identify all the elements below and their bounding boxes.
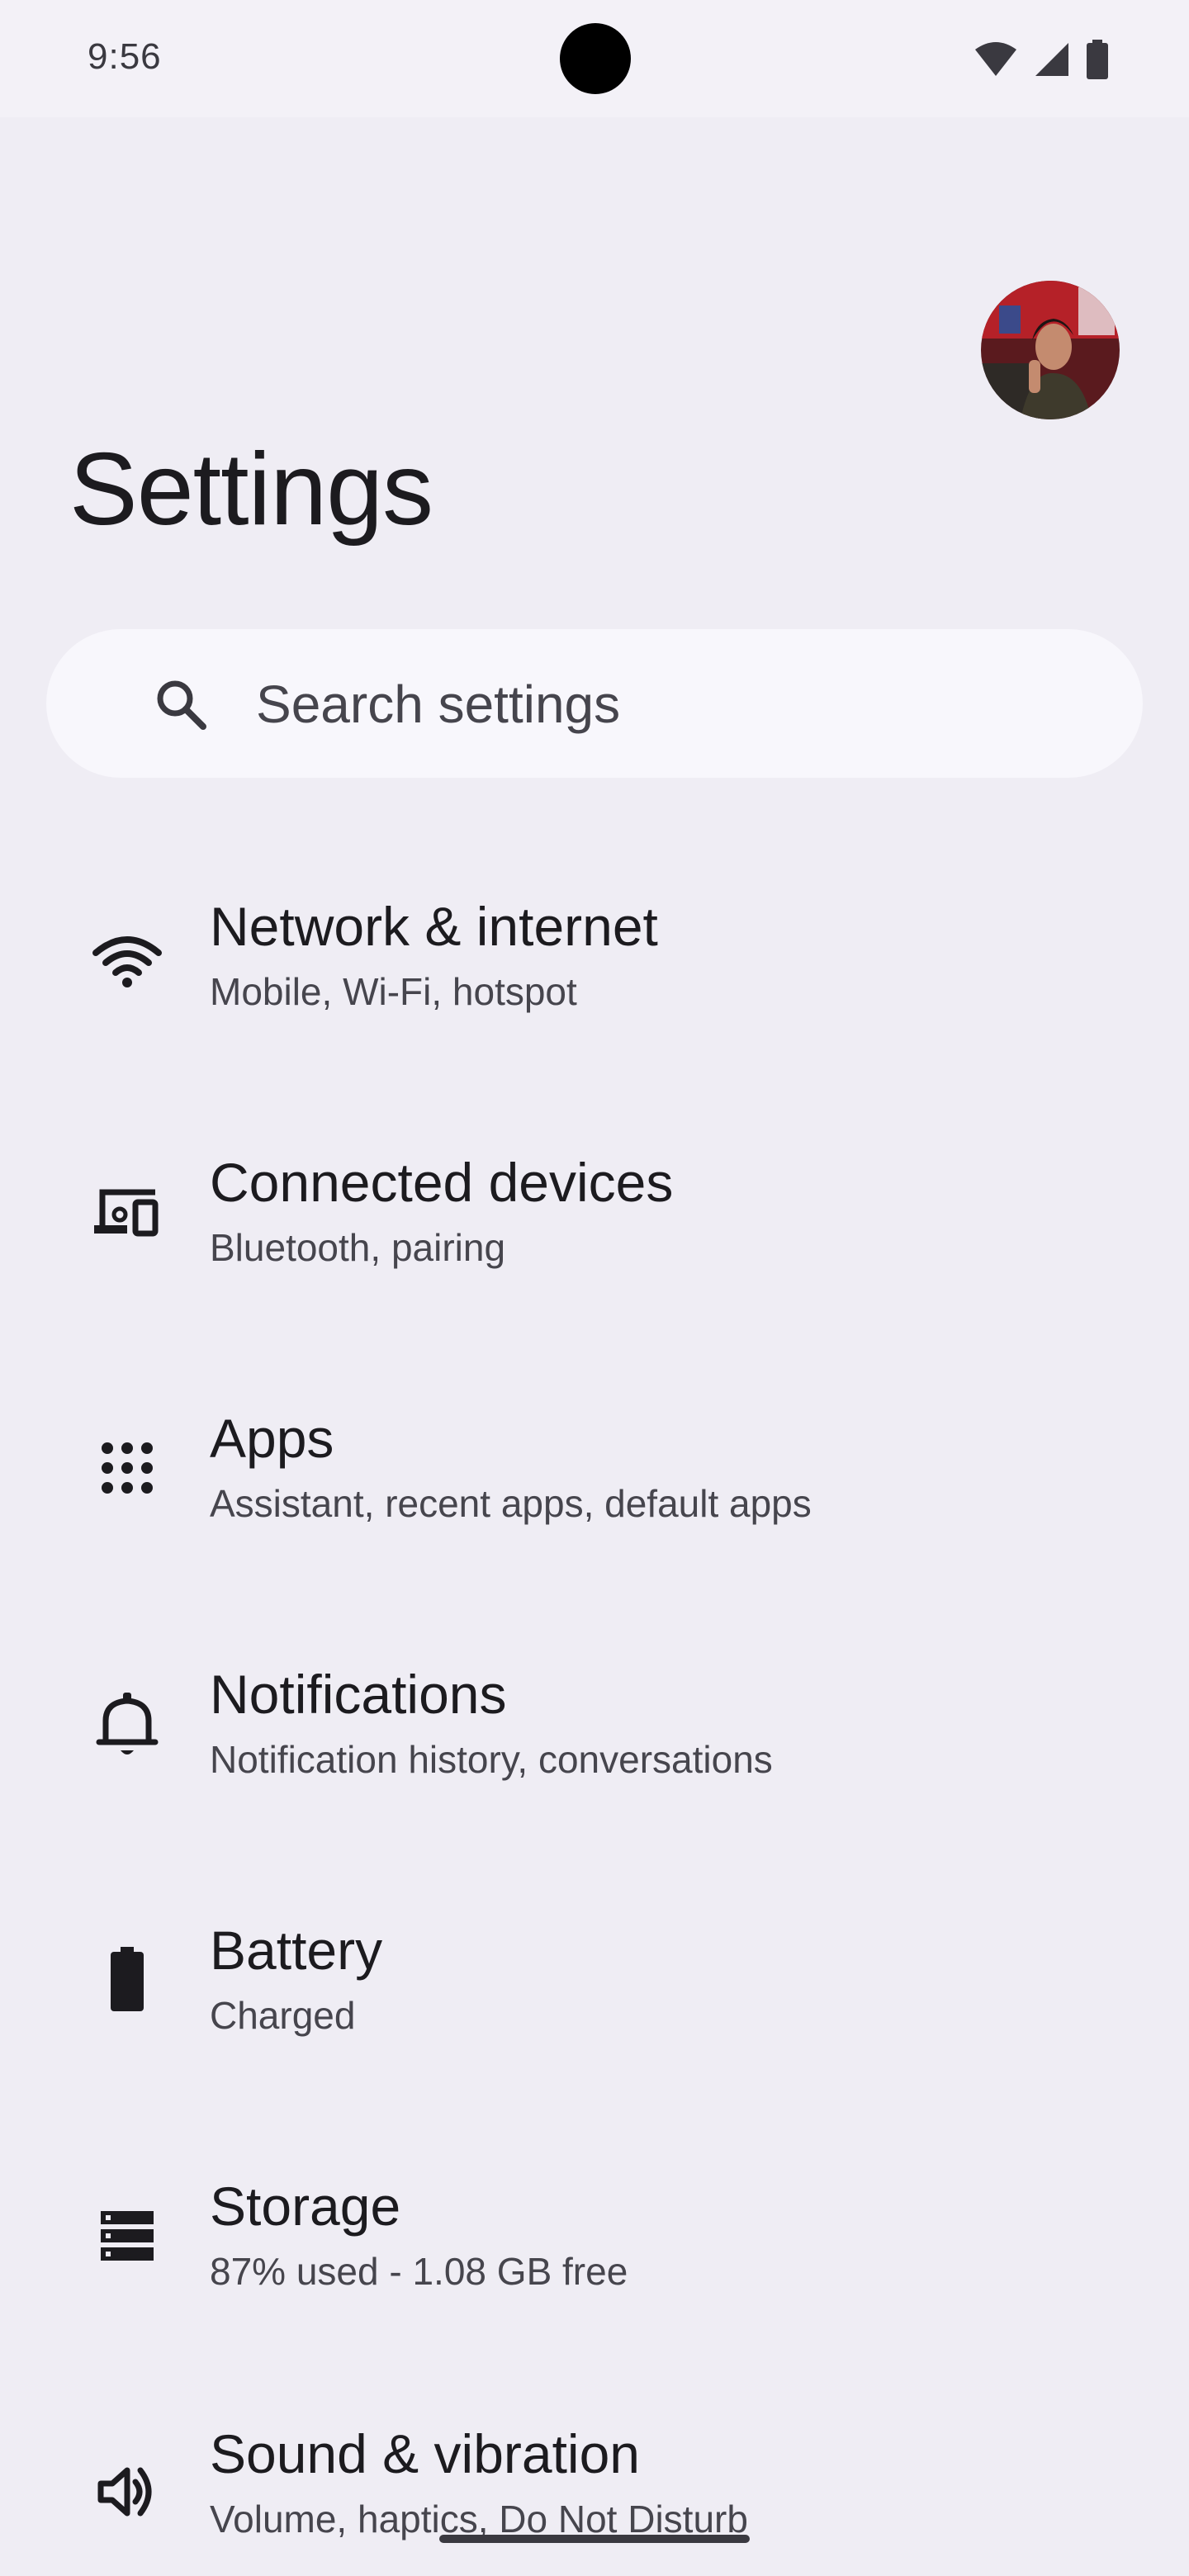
search-placeholder: Search settings — [256, 675, 621, 734]
bell-icon — [96, 1693, 159, 1754]
settings-item-subtitle: Mobile, Wi-Fi, hotspot — [210, 970, 577, 1013]
settings-item-battery[interactable]: Battery Charged — [0, 1882, 1189, 2130]
settings-item-title: Sound & vibration — [210, 2423, 641, 2484]
profile-avatar[interactable] — [981, 281, 1120, 419]
wifi-icon — [92, 936, 162, 987]
settings-item-network[interactable]: Network & internet Mobile, Wi-Fi, hotspo… — [0, 859, 1189, 1106]
apps-grid-icon — [102, 1442, 153, 1494]
settings-item-connected-devices[interactable]: Connected devices Bluetooth, pairing — [0, 1115, 1189, 1362]
settings-item-notifications[interactable]: Notifications Notification history, conv… — [0, 1627, 1189, 1874]
settings-item-title: Network & internet — [210, 896, 658, 957]
settings-item-apps[interactable]: Apps Assistant, recent apps, default app… — [0, 1371, 1189, 1618]
battery-icon — [111, 1947, 144, 2011]
battery-icon — [1087, 40, 1108, 79]
settings-item-title: Battery — [210, 1920, 383, 1981]
wifi-icon — [975, 42, 1017, 76]
settings-item-title: Connected devices — [210, 1152, 674, 1213]
settings-item-subtitle: Notification history, conversations — [210, 1738, 773, 1781]
cellular-signal-icon — [1035, 43, 1068, 76]
volume-icon — [97, 2467, 152, 2517]
settings-item-title: Apps — [210, 1408, 334, 1469]
connected-devices-icon — [94, 1189, 159, 1237]
settings-item-title: Notifications — [210, 1664, 507, 1725]
status-bar: 9:56 — [0, 0, 1189, 117]
gesture-navigation-handle[interactable] — [439, 2535, 750, 2543]
search-bar[interactable]: Search settings — [46, 629, 1143, 778]
status-time: 9:56 — [88, 36, 162, 77]
settings-item-subtitle: Charged — [210, 1994, 356, 2037]
settings-item-subtitle: Bluetooth, pairing — [210, 1226, 506, 1269]
settings-item-subtitle: Assistant, recent apps, default apps — [210, 1482, 812, 1525]
settings-screen: 9:56 Settings Search settings Network & … — [0, 0, 1189, 2576]
search-icon — [157, 680, 206, 730]
page-title: Settings — [69, 433, 433, 547]
status-icons — [964, 40, 1110, 79]
storage-icon — [101, 2211, 154, 2261]
settings-item-subtitle: 87% used - 1.08 GB free — [210, 2250, 628, 2293]
camera-cutout — [560, 23, 631, 94]
settings-item-sound[interactable]: Sound & vibration Volume, haptics, Do No… — [0, 2394, 1189, 2576]
settings-item-title: Storage — [210, 2176, 401, 2237]
settings-item-storage[interactable]: Storage 87% used - 1.08 GB free — [0, 2138, 1189, 2386]
